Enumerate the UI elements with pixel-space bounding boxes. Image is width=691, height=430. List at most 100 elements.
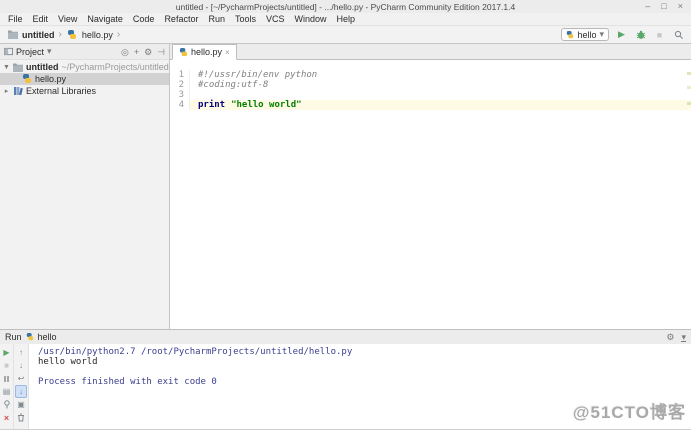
python-file-icon: [66, 28, 79, 41]
error-stripe[interactable]: [687, 60, 691, 329]
libraries-icon: [14, 87, 23, 96]
menu-bar: File Edit View Navigate Code Refactor Ru…: [0, 13, 691, 26]
rerun-icon[interactable]: ▶: [1, 346, 13, 359]
code-line-4: 4 print "hello world": [170, 100, 691, 110]
code-editor[interactable]: 1 #!/ussr/bin/env python 2 #coding:utf-8…: [170, 60, 691, 329]
down-stacktrace-icon[interactable]: ↓: [15, 359, 27, 372]
pin-tab-icon[interactable]: [1, 398, 13, 411]
close-panel-icon[interactable]: ×: [1, 411, 13, 424]
print-console-icon[interactable]: ▣: [15, 398, 27, 411]
line-number: 2: [170, 80, 190, 90]
title-bar: untitled - [~/PycharmProjects/untitled] …: [0, 0, 691, 13]
soft-wrap-icon[interactable]: ↩: [15, 372, 27, 385]
line-number: 3: [170, 90, 190, 100]
project-folder-icon: [6, 28, 19, 41]
stop-button[interactable]: ■: [653, 28, 666, 41]
project-panel-toolbar: ◎ + ⚙ ⊣: [121, 44, 165, 60]
menu-run[interactable]: Run: [203, 13, 230, 26]
stop-icon[interactable]: ■: [1, 359, 13, 372]
editor-tab-bar: hello.py ×: [170, 44, 691, 60]
debug-button[interactable]: [634, 28, 647, 41]
stripe-mark: [687, 72, 691, 75]
string-hello-world: "hello world": [231, 100, 302, 110]
breadcrumb-file[interactable]: hello.py: [82, 30, 113, 40]
minimize-button[interactable]: –: [645, 0, 650, 13]
menu-help[interactable]: Help: [332, 13, 361, 26]
stripe-mark: [687, 86, 691, 89]
line-number: 1: [170, 70, 190, 80]
chevron-down-icon[interactable]: ▾: [47, 46, 52, 57]
console-stdout-line: hello world: [38, 357, 98, 367]
window-controls: – □ ×: [645, 0, 683, 13]
clear-console-icon[interactable]: [15, 411, 27, 424]
code-line-1: 1 #!/ussr/bin/env python: [170, 70, 691, 80]
code-comment-shebang: #!/ussr/bin/env python: [198, 70, 318, 80]
run-panel-title[interactable]: Run: [5, 332, 22, 342]
run-config-name: hello: [37, 332, 57, 342]
menu-edit[interactable]: Edit: [28, 13, 54, 26]
run-header-toolbar: ⚙ ▾: [666, 332, 686, 343]
line-number: 4: [170, 100, 190, 110]
menu-window[interactable]: Window: [290, 13, 332, 26]
run-panel-header: Run hello ⚙ ▾: [0, 330, 691, 344]
scroll-to-end-icon[interactable]: ↓: [15, 385, 27, 398]
tree-row-project-root[interactable]: ▼ untitled ~/PycharmProjects/untitled: [0, 61, 169, 73]
run-button[interactable]: ▶: [615, 28, 628, 41]
run-configuration-select[interactable]: hello ▾: [561, 28, 609, 41]
maximize-button[interactable]: □: [661, 0, 666, 13]
main-area: Project ▾ ◎ + ⚙ ⊣ ▼ untitled ~/PycharmPr…: [0, 44, 691, 329]
menu-navigate[interactable]: Navigate: [82, 13, 128, 26]
hide-panel-icon[interactable]: ⊣: [157, 44, 165, 60]
python-file-icon: [23, 74, 31, 83]
project-panel-title[interactable]: Project: [16, 47, 44, 57]
pycharm-window: untitled - [~/PycharmProjects/untitled] …: [0, 0, 691, 430]
search-everywhere-icon[interactable]: [672, 28, 685, 41]
project-tab-icon: [4, 47, 13, 56]
tree-expanded-icon[interactable]: ▼: [3, 64, 10, 71]
menu-code[interactable]: Code: [128, 13, 160, 26]
project-tree: ▼ untitled ~/PycharmProjects/untitled he…: [0, 60, 169, 97]
tree-row-external-libraries[interactable]: ▸ External Libraries: [0, 85, 169, 97]
python-file-icon: [567, 30, 574, 38]
show-console-icon[interactable]: ▤: [1, 385, 13, 398]
console-command-line: /usr/bin/python2.7 /root/PycharmProjects…: [38, 347, 353, 357]
breadcrumb: untitled › hello.py ›: [6, 28, 121, 41]
run-toolbar-column-1: ▶ ■ ▤ ×: [0, 344, 14, 429]
run-toolbar: ▶ ■ ▤ × ↑ ↓ ↩ ↓ ▣: [0, 344, 29, 429]
python-file-icon: [26, 333, 33, 341]
tab-hello-py[interactable]: hello.py ×: [172, 44, 237, 60]
run-controls: hello ▾ ▶ ■: [561, 28, 685, 41]
window-title: untitled - [~/PycharmProjects/untitled] …: [175, 1, 516, 12]
console-exit-message: Process finished with exit code 0: [38, 377, 217, 387]
external-libraries-label: External Libraries: [26, 86, 97, 96]
expand-icon[interactable]: +: [134, 44, 139, 60]
keyword-print: print: [198, 100, 226, 110]
menu-view[interactable]: View: [53, 13, 82, 26]
chevron-right-icon: ›: [116, 29, 121, 40]
tab-close-icon[interactable]: ×: [225, 48, 230, 57]
tree-row-hello-py[interactable]: hello.py: [0, 73, 169, 85]
pause-output-icon[interactable]: [1, 372, 13, 385]
breadcrumb-project[interactable]: untitled: [22, 30, 55, 40]
stripe-mark: [687, 102, 691, 105]
menu-vcs[interactable]: VCS: [261, 13, 290, 26]
gear-icon[interactable]: ⚙: [666, 332, 674, 343]
watermark-51cto: @51CTO博客: [572, 403, 686, 422]
hide-panel-icon[interactable]: ▾: [681, 332, 686, 342]
chevron-right-icon: ›: [58, 29, 62, 40]
menu-tools[interactable]: Tools: [230, 13, 261, 26]
gear-icon[interactable]: ⚙: [144, 44, 152, 60]
project-panel-header: Project ▾ ◎ + ⚙ ⊣: [0, 44, 169, 60]
run-configuration-name: hello: [577, 29, 597, 40]
python-file-icon: [179, 47, 188, 56]
project-tool-window: Project ▾ ◎ + ⚙ ⊣ ▼ untitled ~/PycharmPr…: [0, 44, 170, 329]
locate-file-icon[interactable]: ◎: [121, 44, 129, 60]
menu-refactor[interactable]: Refactor: [159, 13, 203, 26]
menu-file[interactable]: File: [3, 13, 28, 26]
up-stacktrace-icon[interactable]: ↑: [15, 346, 27, 359]
tree-file-name: hello.py: [35, 74, 67, 84]
close-button[interactable]: ×: [678, 0, 683, 13]
tree-collapsed-icon[interactable]: ▸: [3, 87, 10, 95]
